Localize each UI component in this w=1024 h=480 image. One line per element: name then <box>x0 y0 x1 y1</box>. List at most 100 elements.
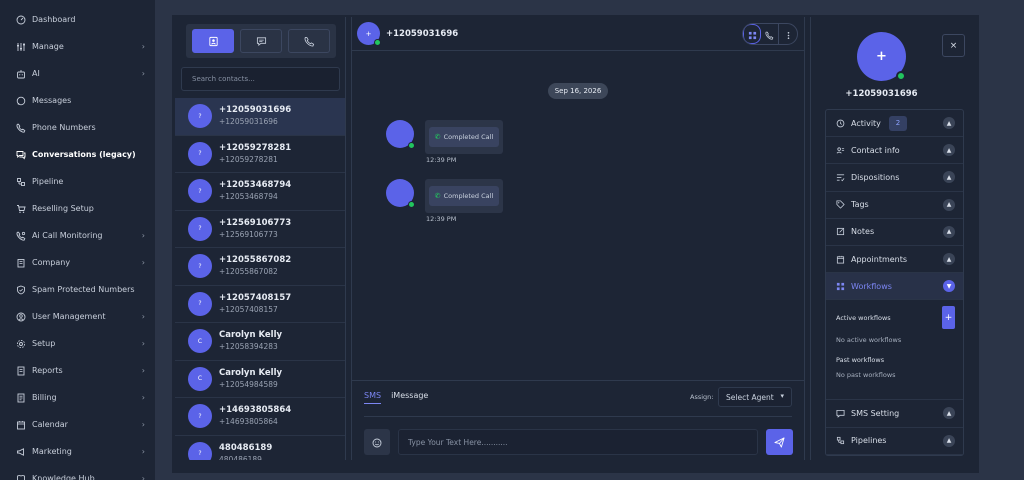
online-indicator <box>896 71 906 81</box>
contact-list-item[interactable]: ? +12059278281 +12059278281 <box>175 136 345 173</box>
section-notes[interactable]: Notes ▲ <box>826 219 963 246</box>
close-button[interactable]: × <box>942 34 965 57</box>
contacts-icon <box>208 32 219 51</box>
billing-icon <box>16 393 26 403</box>
section-sms-setting[interactable]: SMS Setting ▲ <box>826 400 963 428</box>
contact-list-item[interactable]: ? 480486189 480486189 <box>175 436 345 460</box>
contact-list-item[interactable]: ? +12059031696 +12059031696 <box>175 98 345 136</box>
avatar[interactable]: + <box>357 22 381 46</box>
sidebar-item-dashboard[interactable]: Dashboard <box>0 6 155 33</box>
sidebar-item-manage[interactable]: Manage › <box>0 33 155 60</box>
agent-select[interactable]: Select Agent ▾ <box>718 387 792 407</box>
contact-phone: +12058394283 <box>219 342 278 352</box>
sidebar-item-ai-call-monitoring[interactable]: Ai Call Monitoring › <box>0 222 155 249</box>
avatar-initial: ? <box>198 300 202 308</box>
tab-sms[interactable]: SMS <box>364 391 382 404</box>
contact-name: Carolyn Kelly <box>219 367 283 378</box>
chevron-up-icon[interactable]: ▲ <box>943 407 955 420</box>
chevron-up-icon[interactable]: ▲ <box>943 253 955 266</box>
sidebar-item-label: Messages <box>32 96 72 105</box>
sidebar-item-conversations-legacy[interactable]: Conversations (legacy) <box>0 141 155 168</box>
sidebar-item-billing[interactable]: Billing › <box>0 384 155 411</box>
sidebar-item-setup[interactable]: Setup › <box>0 330 155 357</box>
tab-imessage[interactable]: iMessage <box>391 391 428 404</box>
sidebar-item-ai[interactable]: AI › <box>0 60 155 87</box>
add-workflow-button[interactable]: + <box>942 306 955 330</box>
sidebar-item-pipeline[interactable]: Pipeline <box>0 168 155 195</box>
chevron-down-icon[interactable]: ▼ <box>943 280 955 293</box>
contact-list-item[interactable]: ? +12053468794 +12053468794 <box>175 173 345 211</box>
section-label: Activity <box>851 118 881 128</box>
message-input[interactable]: Type Your Text Here........... <box>398 429 758 455</box>
user-icon <box>16 312 26 322</box>
sidebar-item-label: Conversations (legacy) <box>32 150 136 159</box>
avatar: ? <box>188 179 212 204</box>
contact-list-item[interactable]: C Carolyn Kelly +12058394283 <box>175 323 345 361</box>
sidebar-item-label: Spam Protected Numbers <box>32 285 135 294</box>
sidebar-item-phone-numbers[interactable]: Phone Numbers <box>0 114 155 141</box>
sidebar-item-company[interactable]: Company › <box>0 249 155 276</box>
sidebar-item-calendar[interactable]: Calendar › <box>0 411 155 438</box>
section-appointments[interactable]: Appointments ▲ <box>826 246 963 274</box>
sidebar-item-reselling-setup[interactable]: Reselling Setup <box>0 195 155 222</box>
section-activity[interactable]: Activity 2 ▲ <box>826 110 963 138</box>
contact-name: +12057408157 <box>219 292 292 303</box>
sidebar-item-label: Setup <box>32 339 56 348</box>
section-tags[interactable]: Tags ▲ <box>826 192 963 219</box>
dispositions-icon <box>836 173 845 182</box>
section-pipelines[interactable]: Pipelines ▲ <box>826 428 963 455</box>
call-button[interactable] <box>761 24 779 44</box>
online-indicator <box>408 201 415 208</box>
tab-calls[interactable] <box>288 29 330 53</box>
sidebar-item-user-management[interactable]: User Management › <box>0 303 155 330</box>
chevron-up-icon[interactable]: ▲ <box>943 144 955 157</box>
divider <box>364 416 792 417</box>
contact-list-item[interactable]: ? +12055867082 +12055867082 <box>175 248 345 286</box>
contact-list-item[interactable]: ? +14693805864 +14693805864 <box>175 398 345 436</box>
sidebar-item-label: Reports <box>32 366 63 375</box>
avatar: ? <box>188 104 212 129</box>
section-label: Notes <box>851 227 875 237</box>
message-time: 12:39 PM <box>426 156 457 164</box>
message-icon <box>16 96 26 106</box>
section-contact-info[interactable]: Contact info ▲ <box>826 137 963 165</box>
chevron-up-icon[interactable]: ▲ <box>943 171 955 184</box>
tab-contacts[interactable] <box>192 29 234 53</box>
contact-phone: +12054984589 <box>219 379 278 389</box>
section-workflows[interactable]: Workflows ▼ <box>826 273 963 301</box>
emoji-button[interactable] <box>364 429 390 455</box>
sidebar-item-knowledge-hub[interactable]: Knowledge Hub › <box>0 465 155 480</box>
search-input[interactable]: Search contacts... <box>181 67 340 91</box>
sidebar-item-messages[interactable]: Messages <box>0 87 155 114</box>
contact-name: +12569106773 <box>219 217 292 228</box>
chat-header-actions <box>742 23 798 45</box>
phone-icon <box>304 32 315 51</box>
section-dispositions[interactable]: Dispositions ▲ <box>826 164 963 192</box>
tab-messages[interactable] <box>240 29 282 53</box>
chevron-right-icon: › <box>141 366 145 375</box>
pipeline-icon <box>836 436 845 445</box>
send-button[interactable] <box>766 429 793 455</box>
sidebar-item-reports[interactable]: Reports › <box>0 357 155 384</box>
chevron-up-icon[interactable]: ▲ <box>943 434 955 447</box>
sidebar-item-marketing[interactable]: Marketing › <box>0 438 155 465</box>
avatar-initial: ? <box>198 112 202 120</box>
phone-icon <box>16 123 26 133</box>
chevron-up-icon[interactable]: ▲ <box>943 198 955 211</box>
contact-phone: +12569106773 <box>219 229 278 239</box>
contact-list-item[interactable]: C Carolyn Kelly +12054984589 <box>175 361 345 398</box>
contact-list-item[interactable]: ? +12057408157 +12057408157 <box>175 286 345 323</box>
more-options-button[interactable] <box>779 24 797 44</box>
contact-phone: +12055867082 <box>219 267 278 277</box>
details-toggle-button[interactable] <box>743 24 761 44</box>
message-bubble[interactable]: ✆ Completed Call <box>425 120 503 154</box>
chevron-up-icon[interactable]: ▲ <box>943 225 955 238</box>
sidebar-item-label: Billing <box>32 393 57 402</box>
section-label: Workflows <box>851 281 892 291</box>
sidebar-item-spam-protected-numbers[interactable]: Spam Protected Numbers <box>0 276 155 303</box>
chevron-up-icon[interactable]: ▲ <box>943 117 955 130</box>
message-bubble[interactable]: ✆ Completed Call <box>425 179 503 213</box>
avatar-initial: ? <box>198 225 202 233</box>
sidebar-item-label: Manage <box>32 42 64 51</box>
contact-list-item[interactable]: ? +12569106773 +12569106773 <box>175 211 345 248</box>
